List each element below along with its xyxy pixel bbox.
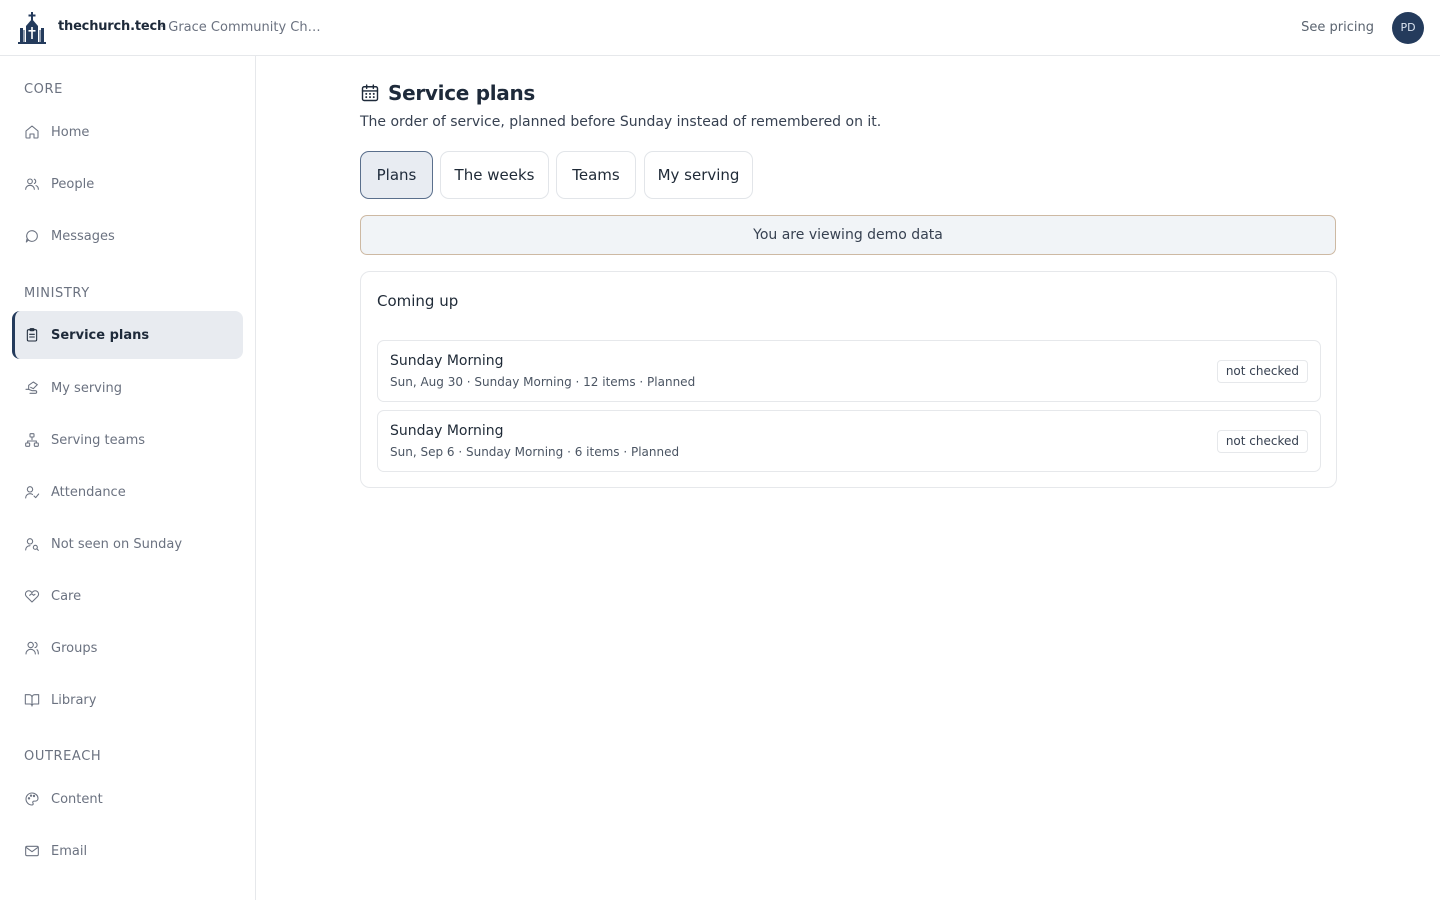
brand-name[interactable]: thechurch.tech [58, 19, 166, 34]
section-label-ministry: MINISTRY [24, 286, 90, 301]
service-plan-title: Sunday Morning [390, 353, 504, 369]
sidebar-item-home[interactable]: Home [12, 108, 243, 156]
sidebar-item-label: Serving teams [51, 432, 146, 448]
status-badge: not checked [1216, 360, 1308, 383]
sidebar-item-content[interactable]: Content [12, 775, 243, 823]
user-search-icon [24, 536, 40, 552]
demo-data-banner: You are viewing demo data [360, 215, 1336, 255]
sidebar-item-label: Attendance [51, 484, 126, 500]
service-plan-title: Sunday Morning [390, 423, 504, 439]
sidebar-item-label: Email [51, 843, 88, 859]
sidebar-item-label: People [51, 176, 95, 192]
sidebar-item-messages[interactable]: Messages [12, 212, 243, 260]
user-avatar[interactable]: PD [1392, 12, 1424, 44]
coming-up-card: Coming up Sunday Morning Sun, Aug 30 · S… [360, 271, 1337, 488]
sidebar-item-my-serving[interactable]: My serving [12, 364, 243, 412]
sidebar-item-label: Care [51, 588, 82, 604]
calendar-icon [360, 83, 380, 103]
sidebar-item-groups[interactable]: Groups [12, 624, 243, 672]
sidebar-item-label: Not seen on Sunday [51, 536, 183, 552]
users-icon [24, 640, 40, 656]
section-label-outreach: OUTREACH [24, 749, 102, 764]
top-bar: thechurch.tech · Grace Community Church … [0, 0, 1440, 56]
sidebar-item-library[interactable]: Library [12, 676, 243, 724]
service-plan-row[interactable]: Sunday Morning Sun, Sep 6 · Sunday Morni… [377, 410, 1321, 472]
see-pricing-link[interactable]: See pricing [1301, 20, 1374, 35]
tab-my-serving[interactable]: My serving [644, 151, 753, 199]
sidebar: CORE Home People Messages MINISTRY Servi… [0, 56, 256, 900]
service-plan-meta: Sun, Aug 30 · Sunday Morning · 12 items … [390, 375, 696, 389]
tab-teams[interactable]: Teams [556, 151, 636, 199]
sidebar-item-people[interactable]: People [12, 160, 243, 208]
sidebar-item-label: Home [51, 124, 90, 140]
tab-the-weeks[interactable]: The weeks [440, 151, 549, 199]
service-plan-meta: Sun, Sep 6 · Sunday Morning · 6 items · … [390, 445, 680, 459]
sidebar-item-not-seen-on-sunday[interactable]: Not seen on Sunday [12, 520, 243, 568]
tab-plans[interactable]: Plans [360, 151, 433, 199]
card-title: Coming up [377, 292, 459, 310]
sidebar-item-service-plans[interactable]: Service plans [12, 311, 243, 359]
sidebar-item-care[interactable]: Care [12, 572, 243, 620]
mail-icon [24, 843, 40, 859]
hand-icon [24, 380, 40, 396]
sidebar-item-label: Messages [51, 228, 115, 244]
sidebar-item-label: Groups [51, 640, 98, 656]
sidebar-item-label: My serving [51, 380, 122, 396]
home-icon [24, 124, 40, 140]
book-icon [24, 692, 40, 708]
org-chart-icon [24, 432, 40, 448]
sidebar-item-label: Library [51, 692, 97, 708]
sidebar-item-label: Service plans [51, 327, 150, 343]
page-title: Service plans [388, 81, 536, 105]
page-subtitle: The order of service, planned before Sun… [360, 114, 882, 130]
clipboard-icon [24, 327, 40, 343]
status-badge: not checked [1216, 430, 1308, 453]
message-icon [24, 228, 40, 244]
palette-icon [24, 791, 40, 807]
people-icon [24, 176, 40, 192]
service-plan-row[interactable]: Sunday Morning Sun, Aug 30 · Sunday Morn… [377, 340, 1321, 402]
sidebar-item-attendance[interactable]: Attendance [12, 468, 243, 516]
sidebar-item-serving-teams[interactable]: Serving teams [12, 416, 243, 464]
user-check-icon [24, 484, 40, 500]
heart-handshake-icon [24, 588, 40, 604]
sidebar-item-email[interactable]: Email [12, 827, 243, 875]
organization-name: · Grace Community Church [160, 20, 325, 35]
church-logo-icon[interactable] [18, 12, 46, 44]
section-label-core: CORE [24, 82, 63, 97]
sidebar-item-label: Content [51, 791, 103, 807]
